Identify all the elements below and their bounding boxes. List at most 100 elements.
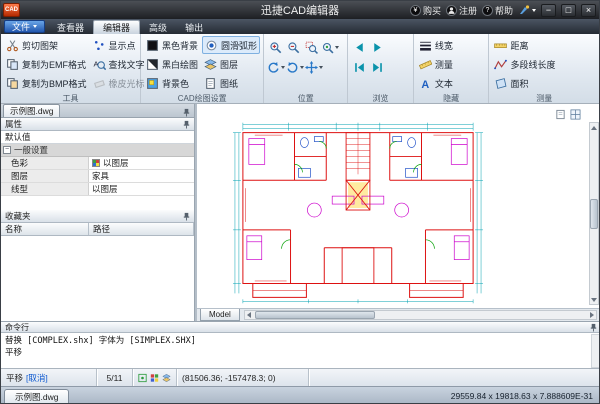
layers-button[interactable]: 图层: [202, 55, 260, 73]
open-document-tab[interactable]: 示例图.dwg: [4, 389, 69, 404]
pin-icon[interactable]: [182, 108, 191, 117]
bw-drawing-button[interactable]: 黑白绘图: [144, 55, 200, 73]
last-page-button[interactable]: [369, 59, 386, 76]
horizontal-scrollbar[interactable]: [244, 310, 597, 320]
property-group-general[interactable]: − 一般设置: [1, 144, 194, 157]
titlebar: CAD 迅捷CAD编辑器 ¥ 购买 注册 ? 帮助 −: [1, 1, 599, 19]
group-label: 隐藏: [414, 93, 489, 103]
command-line: 替换 [COMPLEX.shx] 字体为 [SIMPLEX.SHX]: [5, 335, 597, 347]
model-tab[interactable]: Model: [200, 309, 240, 321]
ribbon-group-hide: 线宽 测量 A 文本 隐藏: [414, 34, 490, 103]
color-fill-icon: [146, 77, 159, 90]
app-window: CAD 迅捷CAD编辑器 ¥ 购买 注册 ? 帮助 −: [0, 0, 600, 404]
button-label: 剪切图架: [22, 39, 58, 52]
scrollbar-thumb[interactable]: [590, 199, 598, 229]
distance-button[interactable]: 距离: [492, 36, 597, 54]
background-color-button[interactable]: 背景色: [144, 74, 200, 92]
next-view-button[interactable]: [369, 39, 386, 56]
property-row-linetype[interactable]: 线型 以图层: [1, 183, 194, 196]
grid-icon[interactable]: [570, 109, 581, 120]
collapse-icon[interactable]: −: [3, 146, 11, 154]
layers-icon: [204, 58, 217, 71]
rotate-right-button[interactable]: [286, 59, 304, 76]
black-background-button[interactable]: 黑色背景: [144, 36, 200, 54]
button-label: 查找文字: [109, 58, 145, 71]
copy-bmp-button[interactable]: 复制为BMP格式: [4, 74, 89, 92]
sheet-button[interactable]: 图纸: [202, 74, 260, 92]
area-icon: [494, 77, 507, 90]
zoom-in-button[interactable]: [267, 39, 284, 56]
eraser-cursor-button[interactable]: 橡皮光标: [91, 74, 147, 92]
first-page-button[interactable]: [351, 59, 368, 76]
property-name: 色彩: [1, 157, 89, 169]
area-button[interactable]: 面积: [492, 74, 597, 92]
command-history[interactable]: 替换 [COMPLEX.shx] 字体为 [SIMPLEX.SHX] 平移: [1, 333, 600, 369]
vertical-scrollbar[interactable]: [589, 122, 599, 305]
maximize-button[interactable]: □: [561, 4, 576, 17]
drawing-canvas[interactable]: Model: [197, 104, 600, 321]
line-width-button[interactable]: 线宽: [417, 36, 487, 54]
cut-frame-button[interactable]: 剪切图架: [4, 36, 89, 54]
command-scrollbar[interactable]: [591, 334, 600, 368]
find-text-button[interactable]: A 查找文字: [91, 55, 147, 73]
favorites-list: [1, 236, 194, 322]
scroll-left-icon[interactable]: [245, 311, 254, 319]
tab-viewer[interactable]: 查看器: [48, 20, 93, 34]
zoom-extents-button[interactable]: [321, 39, 339, 56]
measure-toggle-button[interactable]: 测量: [417, 55, 487, 73]
close-button[interactable]: ×: [581, 4, 596, 17]
property-value[interactable]: 以图层: [89, 157, 194, 169]
property-row-layer[interactable]: 图层 家具: [1, 170, 194, 183]
copy-emf-button[interactable]: 复制为EMF格式: [4, 55, 89, 73]
text-toggle-button[interactable]: A 文本: [417, 74, 487, 92]
property-value[interactable]: 以图层: [89, 183, 194, 195]
pan-button[interactable]: [305, 59, 323, 76]
property-value[interactable]: 家具: [89, 170, 194, 182]
app-logo-icon[interactable]: CAD: [3, 3, 20, 17]
register-button[interactable]: 注册: [446, 4, 477, 17]
zoom-window-button[interactable]: [303, 39, 320, 56]
scrollbar-thumb[interactable]: [255, 311, 375, 319]
scroll-up-icon[interactable]: [590, 123, 598, 132]
core-walls: [342, 133, 374, 284]
buy-button[interactable]: ¥ 购买: [410, 4, 441, 17]
help-button[interactable]: ? 帮助: [482, 4, 513, 17]
snap-toggle-icon[interactable]: [138, 373, 147, 383]
document-tab[interactable]: 示例图.dwg: [3, 104, 60, 117]
tab-editor[interactable]: 编辑器: [93, 20, 140, 34]
zoom-out-button[interactable]: [285, 39, 302, 56]
command-panel-title: 命令行: [5, 322, 29, 333]
pin-icon[interactable]: [589, 323, 598, 332]
property-row-color[interactable]: 色彩 以图层: [1, 157, 194, 170]
property-preset-select[interactable]: 默认值: [1, 131, 194, 144]
tab-output[interactable]: 输出: [176, 20, 212, 34]
scroll-down-icon[interactable]: [590, 295, 598, 304]
smooth-arc-toggle[interactable]: 圆滑弧形: [202, 36, 260, 54]
zoom-out-icon: [287, 41, 300, 54]
layers-toggle-icon[interactable]: [162, 373, 171, 383]
paper-space-icon[interactable]: [555, 109, 566, 120]
floor-plan-drawing[interactable]: [229, 118, 487, 308]
grid-toggle-icon[interactable]: [150, 373, 159, 383]
tab-advanced[interactable]: 高级: [140, 20, 176, 34]
cancel-link[interactable]: [取消]: [26, 372, 48, 384]
file-menu-button[interactable]: 文件: [4, 20, 45, 33]
copy-icon: [6, 58, 19, 71]
scroll-right-icon[interactable]: [587, 311, 596, 319]
pin-icon[interactable]: [182, 212, 191, 221]
polyline-length-button[interactable]: 多段线长度: [492, 55, 597, 73]
polyline-icon: [494, 58, 507, 71]
pin-icon[interactable]: [182, 120, 191, 129]
button-label: 黑白绘图: [162, 58, 198, 71]
minimize-button[interactable]: −: [541, 4, 556, 17]
favorites-col-path[interactable]: 路径: [89, 223, 194, 235]
line-width-icon: [419, 39, 432, 52]
previous-view-button[interactable]: [351, 39, 368, 56]
favorites-col-name[interactable]: 名称: [1, 223, 89, 235]
show-points-button[interactable]: 显示点: [91, 36, 147, 54]
ribbon-group-measure: 距离 多段线长度 面积 测量: [489, 34, 599, 103]
theme-button[interactable]: [518, 4, 536, 16]
rotate-left-button[interactable]: [267, 59, 285, 76]
ribbon: 剪切图架 复制为EMF格式 复制为BMP格式: [1, 34, 599, 104]
property-value-text: 以图层: [103, 157, 129, 169]
